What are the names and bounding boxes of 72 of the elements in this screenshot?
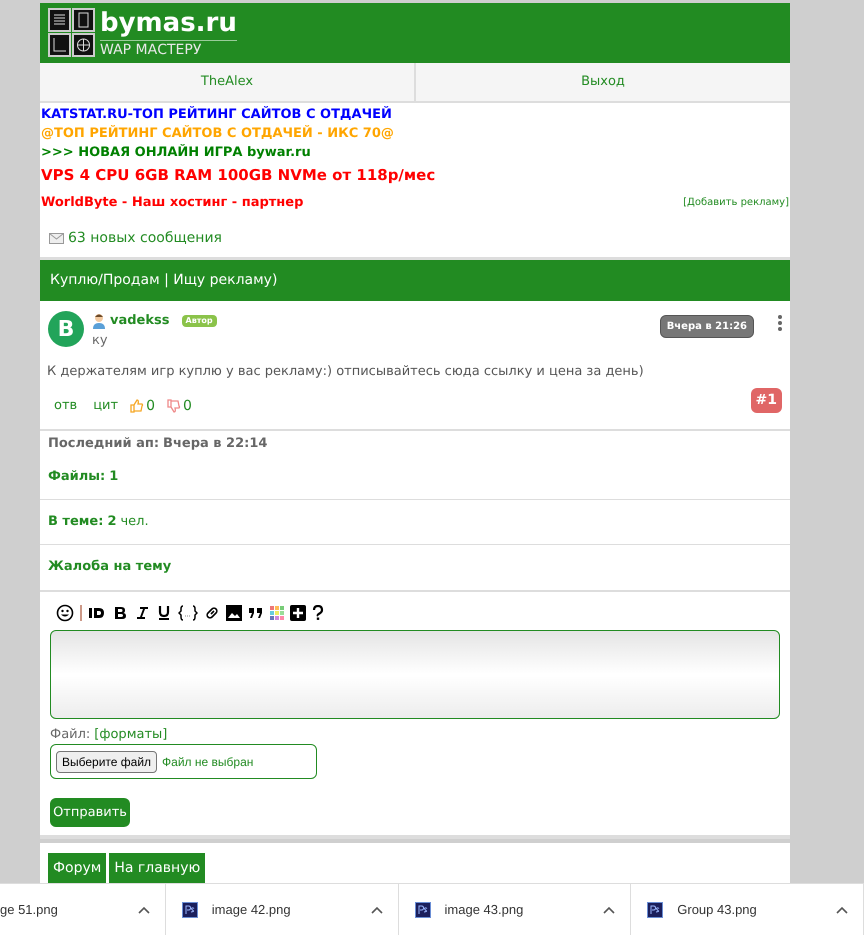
submit-button[interactable]: Отправить: [50, 798, 130, 827]
user-status: ку: [92, 332, 109, 350]
download-item[interactable]: ge 51.png: [0, 884, 166, 935]
logo-title: bymas.ru: [100, 10, 237, 36]
topic-title: Куплю/Продам | Ищу рекламу): [40, 260, 790, 301]
last-up-label: Последний ап:: [48, 434, 160, 452]
dislikes-count: 0: [183, 396, 192, 416]
file-label: Файл:: [50, 726, 90, 744]
file-picker[interactable]: Выберите файл Файл не выбран: [50, 744, 317, 779]
download-item[interactable]: Group 43.png: [631, 884, 864, 935]
ad-link[interactable]: >>> НОВАЯ ОНЛАЙН ИГРА bywar.ru: [41, 143, 311, 162]
help-icon[interactable]: [312, 604, 324, 620]
in-topic-count: 2: [107, 512, 116, 531]
bold-icon[interactable]: [112, 606, 128, 620]
in-topic-unit: чел.: [120, 512, 149, 531]
footer-button[interactable]: На главную: [109, 853, 206, 883]
files-value: 1: [109, 468, 118, 486]
chevron-up-icon[interactable]: [835, 904, 849, 914]
download-item[interactable]: image 42.png: [166, 884, 399, 935]
in-topic-label: В теме:: [48, 512, 104, 531]
files-label: Файлы:: [48, 468, 106, 486]
nav-link[interactable]: TheAlex: [40, 63, 416, 101]
file-icon: [182, 902, 198, 918]
file-icon: [647, 902, 664, 918]
link-icon[interactable]: [204, 604, 220, 620]
ad-link[interactable]: WorldByte - Наш хостинг - партнер: [41, 193, 304, 212]
post-time: Вчера в 21:26: [660, 315, 754, 338]
footer-button[interactable]: Форум: [48, 853, 106, 883]
file-name: image 42.png: [212, 900, 291, 919]
user-icon: [92, 312, 106, 329]
add-ad-link[interactable]: [Добавить рекламу]: [683, 195, 789, 210]
image-icon[interactable]: [226, 604, 242, 620]
user-avatar: B: [48, 311, 84, 347]
post-number: #1: [750, 388, 782, 412]
thumbs-up-icon[interactable]: [130, 399, 144, 413]
plus-icon[interactable]: [290, 604, 306, 620]
author-badge: Автор: [182, 314, 217, 327]
logo-subtitle: WAP МАСТЕРУ: [100, 40, 237, 56]
likes-count: 0: [146, 396, 155, 416]
chevron-up-icon[interactable]: [370, 904, 384, 914]
quote-icon[interactable]: [248, 606, 264, 618]
chevron-up-icon[interactable]: [136, 904, 151, 914]
download-item[interactable]: image 43.png: [398, 884, 632, 935]
ad-link[interactable]: VPS 4 CPU 6GB RAM 100GB NVMe от 118р/мес: [41, 166, 436, 185]
quote-link[interactable]: цит: [93, 396, 118, 416]
chevron-up-icon[interactable]: [602, 904, 616, 914]
file-name: image 43.png: [444, 900, 524, 919]
complaint-link[interactable]: Жалоба на тему: [40, 544, 790, 590]
envelope-icon: [49, 233, 64, 244]
ad-link[interactable]: KATSTAT.RU-ТОП РЕЙТИНГ САЙТОВ С ОТДАЧЕЙ: [41, 105, 392, 124]
last-up-value: Вчера в 22:14: [163, 434, 268, 452]
file-name: Group 43.png: [677, 900, 757, 919]
logo-icon: [48, 8, 96, 58]
italic-icon[interactable]: [134, 606, 150, 620]
file-icon: [414, 902, 431, 918]
id-icon[interactable]: [88, 606, 106, 620]
thumbs-down-icon[interactable]: [167, 399, 181, 413]
author-link[interactable]: vadekss: [110, 311, 170, 330]
no-file-text: Файл не выбран: [162, 754, 254, 770]
smiley-icon[interactable]: [56, 604, 74, 622]
message-field[interactable]: [50, 630, 780, 718]
more-icon[interactable]: [778, 315, 782, 331]
nav-link[interactable]: Выход: [416, 63, 790, 101]
formats-link[interactable]: [форматы]: [94, 724, 168, 744]
color-grid-icon[interactable]: [270, 606, 284, 620]
reply-link[interactable]: отв: [54, 396, 78, 416]
file-name: ge 51.png: [0, 900, 58, 919]
messages-link[interactable]: 63 новых сообщения: [68, 228, 222, 249]
underline-icon[interactable]: [156, 604, 172, 620]
choose-file-button[interactable]: Выберите файл: [56, 750, 158, 772]
post-text: К держателям игр куплю у вас рекламу:) отписывайтесь сюда ссылку и цена за день): [47, 363, 645, 381]
code-braces-icon[interactable]: [178, 604, 198, 620]
